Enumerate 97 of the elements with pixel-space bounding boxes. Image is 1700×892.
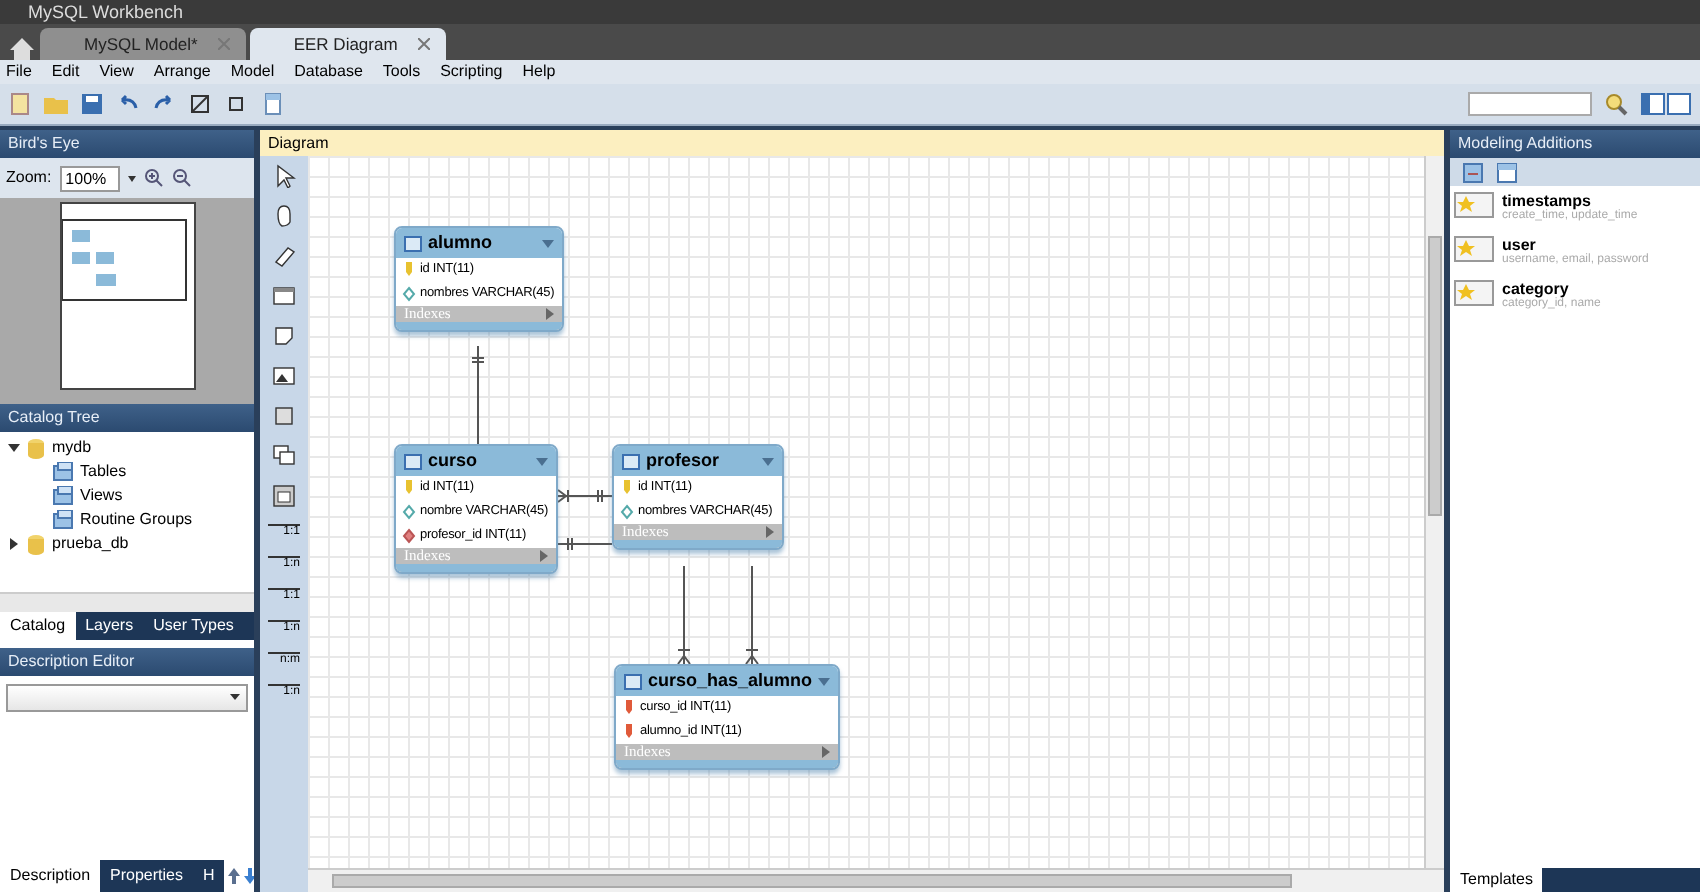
save-icon[interactable] [80,92,104,116]
search-icon[interactable] [1604,92,1628,116]
zoom-dropdown[interactable]: 100% [59,165,120,191]
page-icon[interactable] [260,92,284,116]
search-field[interactable] [1468,92,1592,116]
star-template-icon[interactable] [1454,236,1494,262]
new-file-icon[interactable] [8,92,32,116]
folder-icon [52,462,74,482]
table-name: profesor [646,447,722,474]
home-icon[interactable] [8,36,36,60]
database-icon [26,437,46,459]
key-icon [622,724,636,740]
diamond-icon [402,286,416,302]
template-name[interactable]: user [1502,236,1649,254]
image-icon[interactable] [272,364,296,388]
zoom-label: Zoom: [6,166,52,190]
table-name: curso_has_alumno [648,667,813,694]
connector-line [677,565,691,665]
connector-line [557,489,613,503]
menu-item[interactable]: View [99,60,134,84]
page-icon[interactable] [1496,161,1518,183]
folder-icon [52,486,74,506]
connector-line [471,345,485,445]
zoom-in-icon[interactable] [143,168,164,188]
table-header[interactable]: curso_has_alumno [616,666,839,696]
table-icon [622,453,640,469]
star-template-icon[interactable] [1454,192,1494,218]
menu-item[interactable]: Arrange [153,60,211,84]
panel-tab[interactable]: Templates [1450,868,1543,892]
key-icon [402,480,416,496]
tree-item[interactable]: Views [80,484,123,508]
table-icon[interactable] [272,404,296,428]
menu-item[interactable]: Edit [51,60,80,84]
connector-line [745,565,759,665]
connector-line [557,537,613,551]
menu-item[interactable]: Tools [382,60,421,84]
pointer-icon[interactable] [272,164,296,188]
catalog-icon[interactable] [1462,161,1484,183]
diagram-header: Diagram [260,130,1444,156]
template-name[interactable]: category [1502,280,1601,298]
caret-icon[interactable] [127,175,136,181]
panel-tab[interactable]: Catalog [0,612,76,640]
table-header[interactable]: curso [396,446,556,476]
table-name: curso [428,447,480,474]
view-icon[interactable] [272,444,296,468]
expand-icon[interactable] [8,538,20,550]
key-icon [402,262,416,278]
layer-icon[interactable] [272,284,296,308]
menu-item[interactable]: Help [522,60,556,84]
panel-tab[interactable]: Properties [100,860,193,892]
collapse-icon[interactable] [8,442,20,454]
key-icon [620,480,634,496]
table-icon [404,453,422,469]
panel-tab[interactable]: Layers [75,612,144,640]
panel-header: Bird's Eye [0,130,254,158]
note-icon[interactable] [272,324,296,348]
scrollbar[interactable] [0,592,254,612]
menu-item[interactable]: File [6,60,32,84]
tree-item[interactable]: Tables [80,460,127,484]
table-header[interactable]: alumno [396,228,562,258]
down-arrow-icon[interactable] [244,868,257,884]
diamond-icon [620,504,634,520]
up-arrow-icon[interactable] [228,868,241,884]
scrollbar[interactable] [308,868,1444,892]
tree-item[interactable]: Routine Groups [80,508,193,532]
key-icon [622,700,636,716]
database-icon [26,533,46,555]
toggle-grid-icon[interactable] [188,92,212,116]
document-tab[interactable]: EER Diagram [249,28,446,60]
panel-tab[interactable]: User Types [143,612,244,640]
zoom-out-icon[interactable] [171,168,192,188]
tree-item[interactable]: mydb [52,436,92,460]
table-icon [404,235,422,251]
panel-tab[interactable]: H [192,860,225,892]
table-name: alumno [428,229,495,256]
panel-header: Catalog Tree [0,404,254,432]
close-icon[interactable] [417,38,430,50]
routine-group-icon[interactable] [272,484,296,508]
panel-tab[interactable]: Description [0,860,101,892]
folder-icon [52,510,74,530]
square-icon[interactable] [224,92,248,116]
table-header[interactable]: profesor [614,446,782,476]
menu-item[interactable]: Scripting [440,60,503,84]
panel-header: Modeling Additions [1450,130,1700,158]
panel-layout-icon[interactable] [1640,92,1692,116]
eraser-icon[interactable] [272,244,296,268]
scrollbar[interactable] [1424,156,1444,868]
window-title: MySQL Workbench [28,2,184,22]
template-name[interactable]: timestamps [1502,192,1638,210]
menu-item[interactable]: Database [294,60,363,84]
caret-icon[interactable] [230,694,240,700]
menu-item[interactable]: Model [230,60,275,84]
table-icon [624,673,642,689]
panel-header: Description Editor [0,648,254,676]
tree-item[interactable]: prueba_db [52,532,129,556]
star-template-icon[interactable] [1454,280,1494,306]
document-tab[interactable]: MySQL Model* [40,28,246,60]
